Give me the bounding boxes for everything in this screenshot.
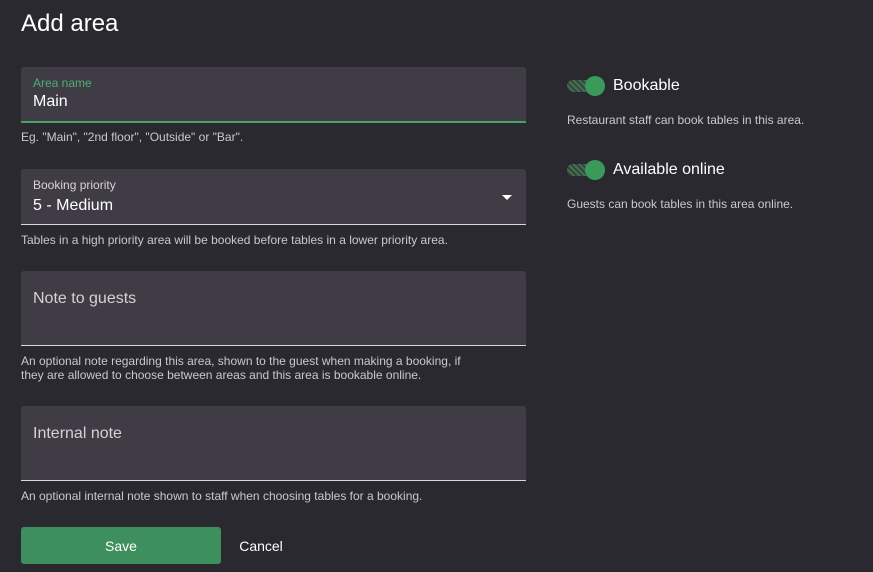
internal-note-field[interactable]: Internal note xyxy=(21,406,526,481)
area-name-field[interactable]: Area name Main xyxy=(21,67,526,123)
cancel-button[interactable]: Cancel xyxy=(228,527,294,564)
internal-note-placeholder: Internal note xyxy=(33,425,122,442)
dropdown-arrow-icon[interactable] xyxy=(502,195,512,200)
note-to-guests-helper: An optional note regarding this area, sh… xyxy=(21,354,526,382)
note-to-guests-field[interactable]: Note to guests xyxy=(21,271,526,346)
available-online-helper: Guests can book tables in this area onli… xyxy=(567,197,794,211)
booking-priority-helper: Tables in a high priority area will be b… xyxy=(21,233,448,247)
save-button[interactable]: Save xyxy=(21,527,221,564)
booking-priority-select[interactable]: Booking priority 5 - Medium xyxy=(21,169,526,225)
bookable-label: Bookable xyxy=(613,77,680,94)
toggle-thumb xyxy=(585,160,605,180)
note-to-guests-placeholder: Note to guests xyxy=(33,290,137,307)
note-to-guests-helper-line2: they are allowed to choose between areas… xyxy=(21,368,422,382)
available-online-toggle[interactable] xyxy=(567,160,605,180)
note-to-guests-helper-line1: An optional note regarding this area, sh… xyxy=(21,354,461,368)
area-name-label: Area name xyxy=(33,76,92,90)
available-online-label: Available online xyxy=(613,161,725,178)
internal-note-helper: An optional internal note shown to staff… xyxy=(21,489,423,503)
booking-priority-value[interactable]: 5 - Medium xyxy=(33,197,113,215)
page-title: Add area xyxy=(21,10,119,37)
bookable-toggle[interactable] xyxy=(567,76,605,96)
area-name-helper: Eg. "Main", "2nd floor", "Outside" or "B… xyxy=(21,130,244,144)
toggle-thumb xyxy=(585,76,605,96)
booking-priority-label: Booking priority xyxy=(33,178,116,192)
bookable-helper: Restaurant staff can book tables in this… xyxy=(567,113,805,127)
area-name-value[interactable]: Main xyxy=(33,93,68,111)
